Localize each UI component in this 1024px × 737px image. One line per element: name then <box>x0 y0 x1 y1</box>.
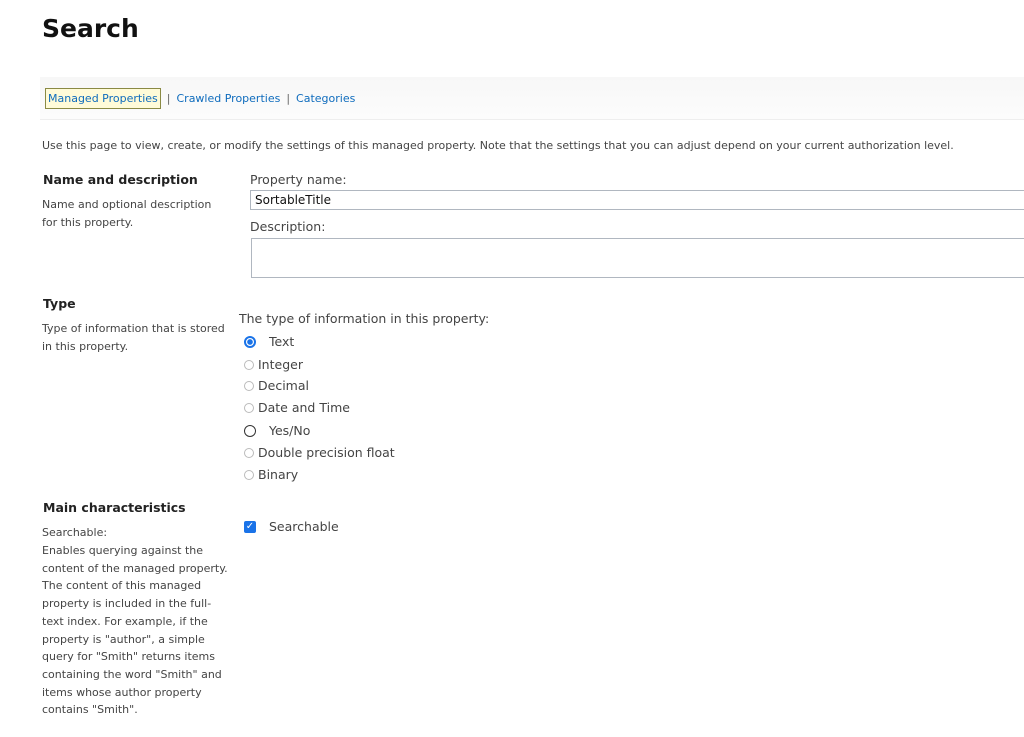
radio-icon[interactable] <box>244 469 254 480</box>
radio-selected-icon[interactable] <box>244 335 256 348</box>
radio-option-decimal[interactable]: Decimal <box>244 378 309 393</box>
radio-option-yes-no[interactable]: Yes/No <box>244 423 310 438</box>
radio-label: Yes/No <box>269 423 311 438</box>
searchable-checkbox-row[interactable]: ✓ Searchable <box>244 519 339 534</box>
section-title-type: Type <box>43 296 76 311</box>
nav-managed-properties[interactable]: Managed Properties <box>45 87 161 109</box>
property-name-input[interactable] <box>250 190 1024 210</box>
description-label: Description: <box>250 219 326 234</box>
section-title-name: Name and description <box>43 172 198 187</box>
subnav-bar: Managed Properties | Crawled Properties … <box>40 77 1024 120</box>
radio-option-binary[interactable]: Binary <box>244 467 298 482</box>
radio-icon[interactable] <box>244 380 254 391</box>
property-name-label: Property name: <box>250 172 347 187</box>
radio-option-date-time[interactable]: Date and Time <box>244 400 350 415</box>
radio-icon[interactable] <box>244 424 256 437</box>
description-textarea[interactable] <box>251 238 1024 278</box>
radio-option-double[interactable]: Double precision float <box>244 445 395 460</box>
nav-categories[interactable]: Categories <box>296 92 355 105</box>
radio-label: Double precision float <box>258 445 395 460</box>
radio-label: Integer <box>258 357 303 372</box>
searchable-description: Enables querying against the content of … <box>42 544 228 717</box>
nav-separator: | <box>166 91 171 105</box>
radio-label: Text <box>269 334 295 349</box>
searchable-label: Searchable <box>269 519 339 534</box>
radio-icon[interactable] <box>244 402 254 413</box>
radio-option-text[interactable]: Text <box>244 334 294 349</box>
radio-icon[interactable] <box>244 359 254 370</box>
searchable-heading: Searchable: <box>42 526 108 539</box>
radio-label: Date and Time <box>258 400 350 415</box>
nav-crawled-properties[interactable]: Crawled Properties <box>176 92 280 105</box>
page-title: Search <box>42 14 139 43</box>
radio-label: Decimal <box>258 378 309 393</box>
section-title-main: Main characteristics <box>43 500 186 515</box>
checkbox-checked-icon[interactable]: ✓ <box>244 520 256 533</box>
radio-option-integer[interactable]: Integer <box>244 357 303 372</box>
radio-icon[interactable] <box>244 447 254 458</box>
type-prompt: The type of information in this property… <box>239 311 490 326</box>
section-desc-name: Name and optional description for this p… <box>42 198 212 229</box>
intro-text: Use this page to view, create, or modify… <box>42 139 954 152</box>
radio-label: Binary <box>258 467 299 482</box>
section-desc-type: Type of information that is stored in th… <box>42 322 225 353</box>
nav-separator: | <box>286 91 291 105</box>
